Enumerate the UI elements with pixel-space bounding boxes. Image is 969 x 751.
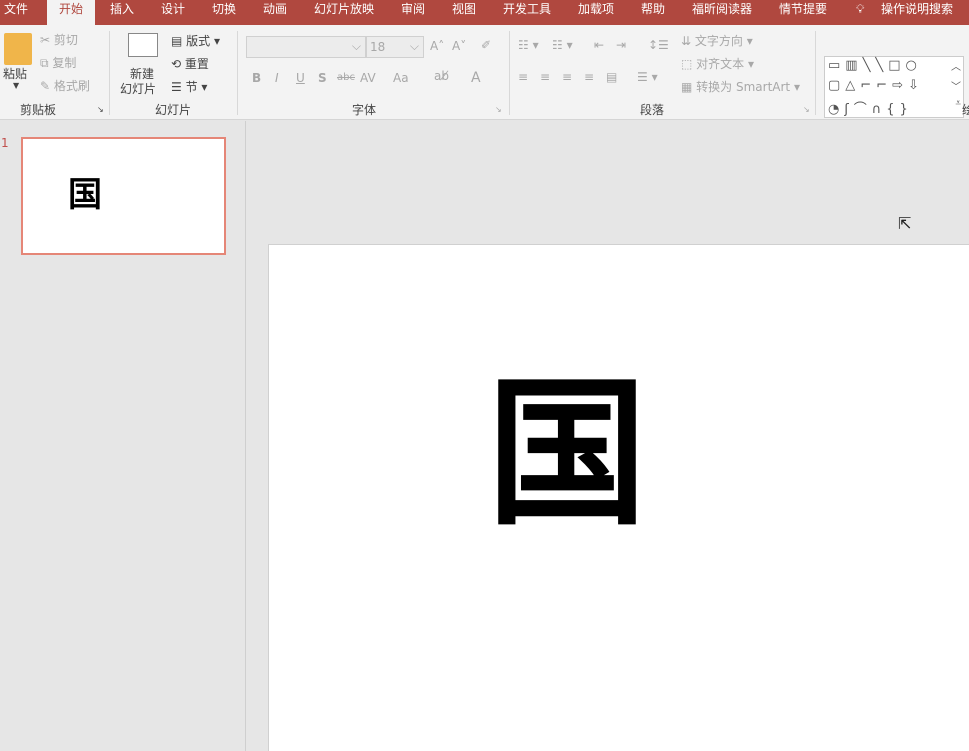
shapes-row-2[interactable]: ▢△⌐⌐⇨⇩ [828, 78, 924, 93]
divider [815, 31, 816, 115]
grow-font-button[interactable]: A˄ [430, 39, 444, 53]
slide-number: 1 [1, 136, 9, 150]
dialog-launcher-icon[interactable]: ↘ [803, 105, 810, 114]
distribute-icon[interactable]: ▤ [606, 70, 617, 84]
reset-button[interactable]: ⟲ 重置 [171, 55, 209, 72]
tab-foxit[interactable]: 福昕阅读器 [692, 0, 752, 25]
layout-button[interactable]: ▤ 版式 ▾ [171, 32, 220, 49]
tab-transitions[interactable]: 切换 [212, 0, 236, 25]
text-direction-button[interactable]: ⇊ 文字方向 ▾ [681, 32, 753, 49]
tab-file[interactable]: 文件 [4, 0, 28, 25]
tab-developer[interactable]: 开发工具 [503, 0, 551, 25]
font-size-select[interactable]: 18⌵ [366, 36, 424, 58]
group-label-font: 字体 [352, 101, 376, 118]
mouse-cursor-icon: ⇱ [898, 214, 911, 233]
clear-format-icon[interactable]: ✐ [481, 38, 491, 52]
shrink-font-button[interactable]: A˅ [452, 39, 466, 53]
bold-button[interactable]: B [252, 71, 261, 85]
brush-icon: ✎ [40, 79, 54, 93]
strikethrough-button[interactable]: abc [337, 72, 355, 83]
smartart-icon: ▦ [681, 80, 696, 94]
align-text-icon: ⬚ [681, 57, 696, 71]
group-label-slides: 幻灯片 [155, 101, 191, 118]
group-label-paragraph: 段落 [640, 101, 664, 118]
chevron-down-icon: ⌵ [410, 39, 419, 54]
ribbon-tab-bar: 文件 开始 插入 设计 切换 动画 幻灯片放映 审阅 视图 开发工具 加载项 帮… [0, 0, 969, 25]
ribbon: 粘贴 ▼ ✂ 剪切 ⧉ 复制 ✎ 格式刷 剪贴板 ↘ 新建 幻灯片 ▤ 版式 ▾… [0, 25, 969, 120]
shapes-gallery[interactable]: ▭▥╲╲□○ ▢△⌐⌐⇨⇩ ◔ʃ⌒∩{} ︿ ﹀ ⩡ [824, 56, 964, 118]
smartart-button[interactable]: ▦ 转换为 SmartArt ▾ [681, 78, 800, 95]
align-left-icon[interactable]: ≡ [518, 70, 528, 84]
shapes-row-3[interactable]: ◔ʃ⌒∩{} [828, 98, 913, 117]
highlight-icon[interactable]: ab̸ [434, 69, 449, 83]
align-text-button[interactable]: ⬚ 对齐文本 ▾ [681, 55, 754, 72]
tab-design[interactable]: 设计 [161, 0, 185, 25]
numbering-icon[interactable]: ☷ ▾ [552, 38, 573, 52]
new-slide-button[interactable]: 幻灯片 [120, 80, 156, 97]
font-name-select[interactable]: ⌵ [246, 36, 366, 58]
group-label-drawing: 绘 [962, 101, 969, 118]
section-button[interactable]: ☰ 节 ▾ [171, 78, 207, 95]
tab-home[interactable]: 开始 [47, 0, 95, 25]
dialog-launcher-icon[interactable]: ↘ [97, 105, 104, 114]
scissors-icon: ✂ [40, 33, 54, 47]
tell-me-search[interactable]: 操作说明搜索 [881, 0, 953, 25]
reset-icon: ⟲ [171, 57, 185, 71]
chevron-down-icon[interactable]: ▼ [13, 81, 19, 90]
tab-storyboard[interactable]: 情节提要 [779, 0, 827, 25]
paste-button[interactable]: 粘贴 [3, 65, 27, 82]
char-spacing-button[interactable]: AV [360, 71, 376, 85]
shapes-row-1[interactable]: ▭▥╲╲□○ [828, 58, 922, 73]
divider [237, 31, 238, 115]
slide-text[interactable]: 国 [487, 373, 647, 533]
increase-indent-icon[interactable]: ⇥ [616, 38, 626, 52]
chevron-down-icon: ⌵ [352, 39, 361, 54]
font-color-button[interactable]: A [471, 70, 481, 86]
copy-icon: ⧉ [40, 56, 52, 70]
scroll-down-icon[interactable]: ﹀ [951, 78, 961, 93]
line-spacing-icon[interactable]: ↕☰ [648, 38, 669, 52]
new-slide-icon [128, 33, 158, 57]
tab-animations[interactable]: 动画 [263, 0, 287, 25]
cut-button[interactable]: ✂ 剪切 [40, 31, 78, 48]
scroll-up-icon[interactable]: ︿ [951, 58, 961, 73]
text-direction-icon: ⇊ [681, 34, 695, 48]
group-label-clipboard: 剪贴板 [20, 101, 56, 118]
tab-view[interactable]: 视图 [452, 0, 476, 25]
justify-icon[interactable]: ≡ [584, 70, 594, 84]
section-icon: ☰ [171, 80, 186, 94]
tab-insert[interactable]: 插入 [110, 0, 134, 25]
format-painter-button[interactable]: ✎ 格式刷 [40, 77, 90, 94]
slide-thumbnail-1[interactable]: 国 [21, 137, 226, 255]
shadow-button[interactable]: S [318, 71, 327, 85]
thumbnail-text: 国 [68, 167, 102, 216]
lightbulb-icon: 💡︎ [856, 0, 864, 25]
divider [509, 31, 510, 115]
change-case-button[interactable]: Aa [393, 71, 409, 85]
decrease-indent-icon[interactable]: ⇤ [594, 38, 604, 52]
align-center-icon[interactable]: ≡ [540, 70, 550, 84]
align-right-icon[interactable]: ≡ [562, 70, 572, 84]
slide-canvas[interactable]: 国 [268, 244, 969, 751]
dialog-launcher-icon[interactable]: ↘ [495, 105, 502, 114]
italic-button[interactable]: I [275, 71, 279, 85]
layout-icon: ▤ [171, 34, 186, 48]
copy-button[interactable]: ⧉ 复制 [40, 54, 76, 71]
paste-icon [4, 33, 32, 65]
tab-help[interactable]: 帮助 [641, 0, 665, 25]
columns-icon[interactable]: ☰ ▾ [637, 70, 658, 84]
tab-review[interactable]: 审阅 [401, 0, 425, 25]
tab-addins[interactable]: 加载项 [578, 0, 614, 25]
bullets-icon[interactable]: ☷ ▾ [518, 38, 539, 52]
tab-slideshow[interactable]: 幻灯片放映 [314, 0, 374, 25]
underline-button[interactable]: U [296, 71, 305, 85]
expand-gallery-icon[interactable]: ⩡ [955, 98, 961, 109]
divider [109, 31, 110, 115]
